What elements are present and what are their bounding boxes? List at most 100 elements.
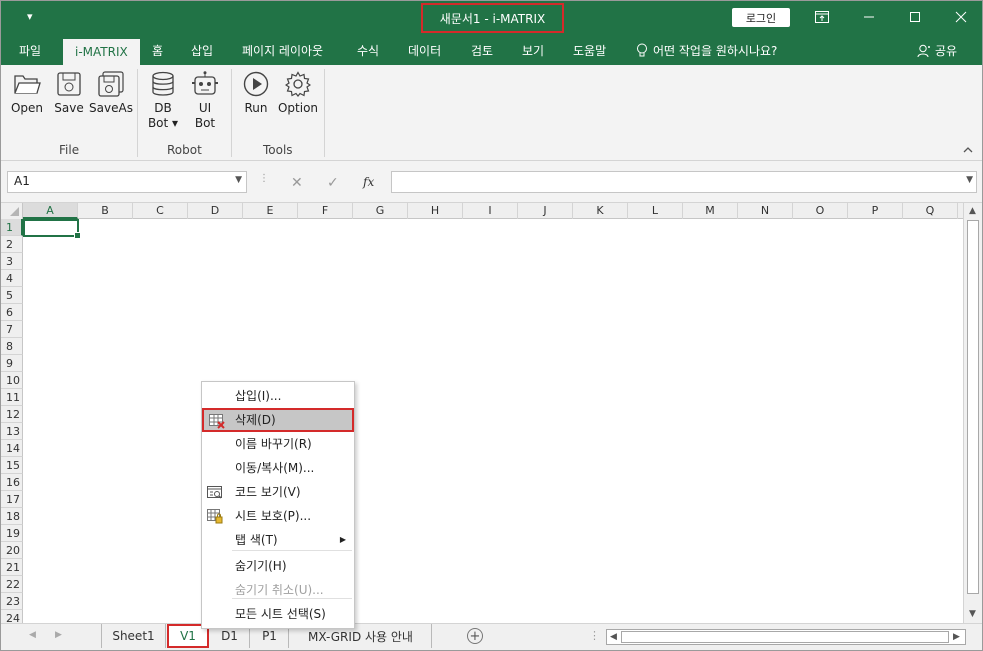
column-header-h[interactable]: H [408,203,463,219]
column-header-c[interactable]: C [133,203,188,219]
scroll-right-icon[interactable]: ▶ [953,632,960,642]
drag-handle-icon[interactable]: ⋮ [259,173,269,184]
row-header-23[interactable]: 23 [1,593,23,610]
name-box[interactable]: A1 ▼ [7,171,247,193]
column-header-p[interactable]: P [848,203,903,219]
row-header-15[interactable]: 15 [1,457,23,474]
login-button[interactable]: 로그인 [732,8,790,27]
row-header-6[interactable]: 6 [1,304,23,321]
column-header-i[interactable]: I [463,203,518,219]
row-header-20[interactable]: 20 [1,542,23,559]
prev-sheet-icon[interactable]: ◀ [29,630,36,640]
tab-home[interactable]: 홈 [152,35,163,65]
lightbulb-icon [637,43,647,56]
column-header-l[interactable]: L [628,203,683,219]
context-menu-item-9[interactable]: 모든 시트 선택(S) [202,602,354,626]
select-all-corner[interactable] [1,203,23,219]
share-button[interactable]: 공유 [917,42,957,59]
horizontal-scrollbar[interactable]: ◀ ▶ [606,629,966,645]
context-menu-item-4[interactable]: 코드 보기(V) [202,480,354,504]
scroll-up-icon[interactable]: ▲ [969,206,976,216]
row-header-5[interactable]: 5 [1,287,23,304]
context-menu-item-1[interactable]: 삭제(D) [202,408,354,432]
tab-file[interactable]: 파일 [19,35,41,65]
row-header-13[interactable]: 13 [1,423,23,440]
split-handle-icon[interactable]: ⋮ [589,629,600,642]
db-bot-button[interactable]: DB Bot ▾ [147,71,179,131]
active-cell-a1[interactable] [23,219,81,239]
vertical-scrollbar[interactable]: ▲ ▼ [963,203,982,623]
context-menu-item-3[interactable]: 이동/복사(M)... [202,456,354,480]
tab-page-layout[interactable]: 페이지 레이아웃 [242,35,323,65]
row-header-21[interactable]: 21 [1,559,23,576]
row-header-12[interactable]: 12 [1,406,23,423]
column-header-j[interactable]: J [518,203,573,219]
context-menu-item-2[interactable]: 이름 바꾸기(R) [202,432,354,456]
vertical-scroll-thumb[interactable] [967,220,979,594]
tab-insert[interactable]: 삽입 [191,35,213,65]
tab-data[interactable]: 데이터 [408,35,441,65]
quick-access-customize-icon[interactable]: ▾ [27,10,33,23]
save-button[interactable]: Save [53,71,85,116]
close-icon[interactable] [950,7,972,27]
tell-me-search[interactable]: 어떤 작업을 원하시나요? [636,35,777,65]
minimize-icon[interactable] [858,7,880,27]
row-header-8[interactable]: 8 [1,338,23,355]
ui-bot-button[interactable]: UI Bot [189,71,221,131]
worksheet-grid[interactable]: ABCDEFGHIJKLMNOPQ 1 2 3 4 5 6 7 8 9 10 11 12 13 14 15 1… [1,203,963,627]
row-header-1[interactable]: 1 [1,219,23,236]
row-header-11[interactable]: 11 [1,389,23,406]
saveas-button[interactable]: SaveAs [89,71,133,116]
row-header-14[interactable]: 14 [1,440,23,457]
scroll-left-icon[interactable]: ◀ [610,632,617,642]
row-header-7[interactable]: 7 [1,321,23,338]
context-menu-item-6[interactable]: 탭 색(T) ▶ [202,528,354,552]
column-header-m[interactable]: M [683,203,738,219]
sheet-tab-sheet1[interactable]: Sheet1 [102,624,166,648]
column-header-q[interactable]: Q [903,203,958,219]
column-header-g[interactable]: G [353,203,408,219]
next-sheet-icon[interactable]: ▶ [55,630,62,640]
tab-help[interactable]: 도움말 [573,35,606,65]
row-header-3[interactable]: 3 [1,253,23,270]
expand-formula-icon[interactable]: ▼ [966,175,973,185]
context-menu-item-0[interactable]: 삽입(I)... [202,384,354,408]
maximize-icon[interactable] [904,7,926,27]
column-header-a[interactable]: A [23,203,78,219]
collapse-ribbon-icon[interactable] [963,143,973,156]
add-sheet-icon[interactable]: + [467,628,483,644]
enter-icon[interactable]: ✓ [327,175,339,191]
tab-view[interactable]: 보기 [522,35,544,65]
column-header-d[interactable]: D [188,203,243,219]
option-button[interactable]: Option [277,71,319,116]
open-button[interactable]: Open [9,71,45,116]
scroll-down-icon[interactable]: ▼ [969,609,976,619]
chevron-down-icon[interactable]: ▼ [235,175,242,185]
column-header-n[interactable]: N [738,203,793,219]
row-header-19[interactable]: 19 [1,525,23,542]
row-header-4[interactable]: 4 [1,270,23,287]
row-header-9[interactable]: 9 [1,355,23,372]
column-header-f[interactable]: F [298,203,353,219]
row-header-22[interactable]: 22 [1,576,23,593]
column-header-e[interactable]: E [243,203,298,219]
context-menu-item-7[interactable]: 숨기기(H) [202,554,354,578]
run-button[interactable]: Run [241,71,271,116]
tab-imatrix[interactable]: i-MATRIX [63,39,140,65]
formula-input[interactable]: ▼ [391,171,977,193]
ribbon-display-options-icon[interactable] [811,7,833,27]
row-header-17[interactable]: 17 [1,491,23,508]
horizontal-scroll-thumb[interactable] [621,631,949,643]
tab-review[interactable]: 검토 [471,35,493,65]
tab-formulas[interactable]: 수식 [357,35,379,65]
row-header-18[interactable]: 18 [1,508,23,525]
column-header-o[interactable]: O [793,203,848,219]
row-header-10[interactable]: 10 [1,372,23,389]
row-header-2[interactable]: 2 [1,236,23,253]
column-header-k[interactable]: K [573,203,628,219]
insert-function-icon[interactable]: fx [363,175,374,189]
cancel-icon[interactable]: ✕ [291,175,303,191]
context-menu-item-5[interactable]: 시트 보호(P)... [202,504,354,528]
row-header-16[interactable]: 16 [1,474,23,491]
column-header-b[interactable]: B [78,203,133,219]
